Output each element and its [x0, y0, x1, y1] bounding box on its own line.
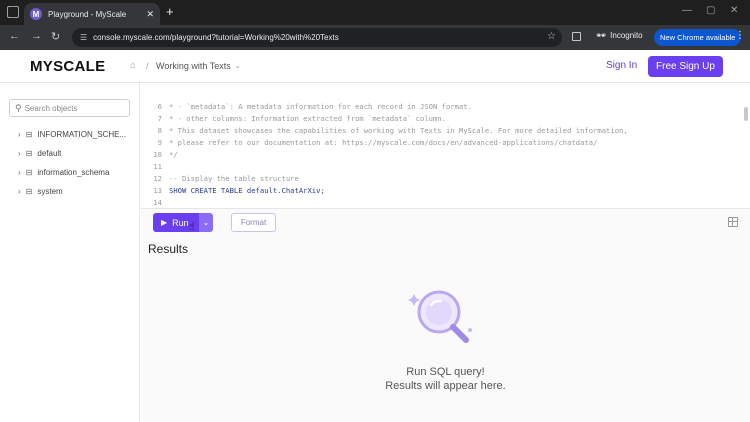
code-line: 14: [153, 198, 162, 207]
breadcrumb-separator: /: [146, 61, 149, 71]
back-icon[interactable]: ←: [9, 30, 20, 42]
app-header: MYSCALE ⌂ / Working with Texts ⌄ Sign In…: [0, 50, 750, 83]
run-button-label: Run: [172, 217, 189, 228]
database-icon: ⊟: [25, 168, 33, 177]
tree-item-default[interactable]: › ⊟ default: [18, 149, 61, 158]
myscale-logo[interactable]: MYSCALE: [30, 58, 105, 75]
new-tab-icon[interactable]: +: [166, 4, 174, 19]
side-panel-icon[interactable]: [572, 32, 581, 41]
close-window-icon[interactable]: ✕: [730, 5, 738, 16]
format-button[interactable]: Format: [231, 213, 276, 232]
chevron-down-icon: ⌄: [234, 63, 241, 70]
tree-item-label: INFORMATION_SCHE...: [37, 130, 127, 139]
mouse-pointer-icon: ☝: [188, 221, 195, 233]
database-icon: ⊟: [25, 187, 33, 196]
url-text: console.myscale.com/playground?tutorial=…: [93, 33, 339, 42]
browser-tab[interactable]: M Playground - MyScale ✕: [24, 3, 160, 25]
browser-tab-bar: M Playground - MyScale ✕ + — ▢ ✕: [0, 0, 750, 25]
tree-item-label: information_schema: [37, 168, 110, 177]
empty-state-title: Run SQL query!: [406, 366, 485, 378]
code-line: 7 * - other columns: Information extract…: [157, 114, 446, 123]
magnifier-illustration-icon: [408, 290, 472, 343]
incognito-icon: 🕶: [596, 31, 607, 40]
code-line: 8 * This dataset showcases the capabilit…: [157, 126, 628, 135]
database-icon: ⊟: [25, 130, 33, 139]
code-line: 13 SHOW CREATE TABLE default.ChatArXiv;: [153, 186, 325, 195]
breadcrumb[interactable]: Working with Texts ⌄: [156, 61, 241, 71]
code-line: 11: [153, 162, 162, 171]
tab-search-icon[interactable]: [7, 6, 19, 18]
free-sign-up-button[interactable]: Free Sign Up: [648, 56, 723, 77]
code-line: 9 * please refer to our documentation at…: [157, 138, 598, 147]
tab-close-icon[interactable]: ✕: [146, 9, 154, 20]
myscale-favicon-icon: M: [30, 8, 42, 20]
tree-item-information-schema[interactable]: › ⊟ information_schema: [18, 168, 109, 177]
results-panel: Results Run SQL query! Results will appe…: [141, 237, 750, 422]
chevron-right-icon[interactable]: ›: [18, 187, 21, 196]
reload-icon[interactable]: ↻: [51, 30, 60, 43]
search-icon: ⚲: [15, 102, 22, 113]
chevron-down-icon: ⌄: [202, 218, 210, 227]
code-line: 6 * - `metadata`: A metadata information…: [157, 102, 472, 111]
tree-item-label: default: [37, 149, 62, 158]
chevron-right-icon[interactable]: ›: [18, 168, 21, 177]
tree-item-information-schema-upper[interactable]: › ⊟ INFORMATION_SCHE...: [18, 130, 126, 139]
play-icon: ▶: [161, 218, 168, 227]
code-line: 12 -- Display the table structure: [153, 174, 299, 183]
run-options-dropdown[interactable]: ⌄: [199, 213, 213, 232]
forward-icon[interactable]: →: [31, 30, 42, 42]
empty-state-subtitle: Results will appear here.: [385, 380, 506, 392]
home-icon[interactable]: ⌂: [130, 61, 140, 71]
breadcrumb-label: Working with Texts: [156, 61, 231, 71]
object-sidebar: ⚲ › ⊟ INFORMATION_SCHE... › ⊟ default › …: [0, 83, 140, 422]
browser-menu-icon[interactable]: ⋮: [735, 30, 745, 41]
site-info-icon[interactable]: ☰: [80, 33, 87, 42]
code-line: 10 */: [153, 150, 178, 159]
tab-title: Playground - MyScale: [48, 9, 127, 19]
editor-scrollbar[interactable]: [744, 107, 748, 121]
table-view-icon[interactable]: [728, 217, 738, 227]
sign-in-link[interactable]: Sign In: [606, 60, 637, 71]
results-title: Results: [148, 242, 189, 256]
query-action-bar: ▶ Run ⌄ Format: [141, 209, 750, 237]
database-icon: ⊟: [25, 149, 33, 158]
tree-item-system[interactable]: › ⊟ system: [18, 187, 63, 196]
bookmark-star-icon[interactable]: ☆: [547, 31, 556, 42]
tree-item-label: system: [37, 187, 63, 196]
maximize-icon[interactable]: ▢: [706, 5, 715, 16]
minimize-icon[interactable]: —: [682, 5, 692, 16]
incognito-label: Incognito: [610, 31, 643, 40]
search-objects-input[interactable]: [24, 103, 125, 113]
chevron-right-icon[interactable]: ›: [18, 130, 21, 139]
address-bar[interactable]: ☰ console.myscale.com/playground?tutoria…: [72, 28, 562, 47]
search-box[interactable]: ⚲: [9, 99, 130, 117]
chrome-update-button[interactable]: New Chrome available: [654, 29, 742, 46]
sql-editor[interactable]: 6 * - `metadata`: A metadata information…: [141, 83, 750, 209]
chevron-right-icon[interactable]: ›: [18, 149, 21, 158]
incognito-indicator[interactable]: 🕶 Incognito: [596, 31, 643, 40]
